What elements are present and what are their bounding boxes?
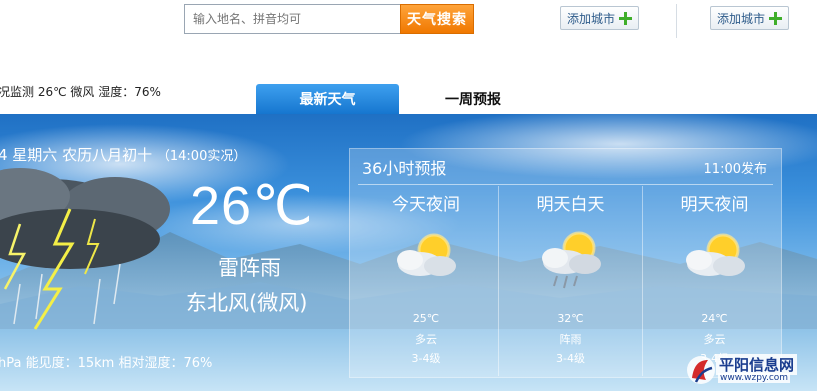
observation-time: （14:00实况）: [156, 149, 247, 164]
period-temperature: 24℃: [701, 312, 728, 325]
period-wind: 3-4级: [556, 352, 585, 365]
forecast-period: 明天夜间 24℃ 多云 3-4级: [642, 186, 786, 376]
search-input[interactable]: [184, 4, 400, 34]
period-label: 明天白天: [536, 195, 605, 215]
period-condition: 多云: [703, 333, 726, 346]
period-label: 明天夜间: [680, 195, 749, 215]
current-condition: 雷阵雨: [218, 256, 281, 280]
add-city-button[interactable]: 添加城市: [710, 6, 790, 30]
site-name: 平阳信息网: [716, 354, 798, 375]
site-url: www.wzpy.com: [718, 373, 791, 383]
period-wind: 3-4级: [411, 352, 441, 365]
period-label: 今天夜间: [392, 195, 460, 215]
period-temperature: 25℃: [412, 312, 440, 325]
date-line: 4 星期六 农历八月初十 （14:00实况）: [0, 144, 246, 165]
divider: [676, 4, 677, 38]
plus-icon: [769, 11, 783, 25]
forecast-header: 36小时预报 11:00发布: [350, 149, 781, 185]
forecast-published: 11:00发布: [703, 162, 767, 177]
shower-icon: [542, 231, 601, 289]
add-city-label: 添加城市: [567, 11, 616, 26]
partly-cloudy-icon: [686, 233, 745, 276]
period-condition: 阵雨: [559, 333, 582, 346]
date-text: 4 星期六 农历八月初十: [0, 146, 153, 164]
forecast-period: 今天夜间 25℃ 多云 3-4级: [354, 186, 498, 376]
add-city-button[interactable]: 添加城市: [560, 6, 640, 30]
top-bar: 天气搜索 添加城市 添加城市: [0, 0, 817, 64]
site-logo-icon: [687, 356, 715, 384]
forecast-title: 36小时预报: [362, 159, 447, 178]
search-box: 天气搜索: [184, 4, 474, 34]
partly-cloudy-icon: [397, 233, 456, 276]
add-city-label: 添加城市: [717, 11, 766, 26]
site-watermark: 平阳信息网 www.wzpy.com: [686, 352, 814, 388]
weather-hero: 4 星期六 农历八月初十 （14:00实况） 26℃ 雷阵雨 东北风(微风) h…: [0, 114, 817, 391]
period-condition: 多云: [415, 333, 437, 346]
current-wind: 东北风(微风): [186, 291, 308, 315]
current-temperature: 26℃: [190, 176, 314, 236]
tab-latest-weather[interactable]: 最新天气: [256, 84, 399, 114]
weather-search-button[interactable]: 天气搜索: [400, 4, 474, 34]
plus-icon: [619, 11, 633, 25]
tab-week-forecast[interactable]: 一周预报: [428, 84, 518, 114]
forecast-period: 明天白天 32℃ 阵雨 3-4级: [498, 186, 642, 376]
observation-status: 况监测 26℃ 微风 湿度：76%: [0, 85, 161, 99]
weather-details: hPa 能见度：15km 相对湿度：76%: [0, 356, 213, 371]
divider: [358, 184, 773, 185]
period-temperature: 32℃: [557, 312, 584, 325]
weather-page: 天气搜索 添加城市 添加城市 况监测 26℃ 微风 湿度：76% 最新天气 一周…: [0, 0, 817, 391]
forecast-panel: 36小时预报 11:00发布 今天夜间 25℃ 多云 3-4级 明天白天 32℃…: [349, 148, 782, 378]
